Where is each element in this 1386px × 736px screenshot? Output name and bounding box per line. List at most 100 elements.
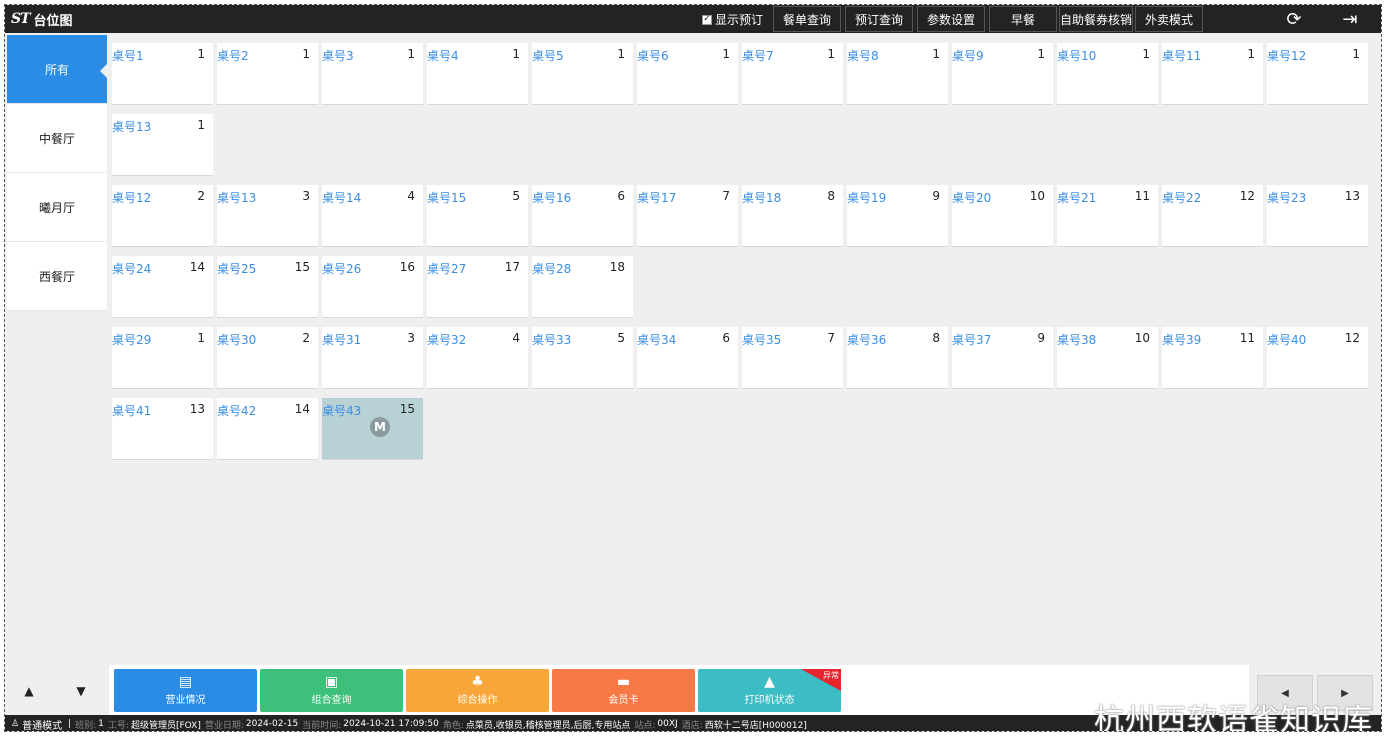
buffet-voucher-button[interactable]: 自助餐券核销 [1059, 6, 1133, 32]
table-tile[interactable]: 桌号7 1 [742, 43, 843, 105]
role-value: 点菜员,收银员,稽核管理员,后厨,专用站点 [465, 720, 631, 731]
table-tile[interactable]: 桌号18 8 [742, 185, 843, 247]
table-tile[interactable]: 桌号41 13 [112, 398, 213, 460]
printer-status-label: 打印机状态 [744, 695, 795, 706]
table-tile[interactable]: 桌号14 4 [322, 185, 423, 247]
breakfast-button[interactable]: 早餐 [989, 6, 1057, 32]
table-tile[interactable]: 桌号28 18 [532, 256, 633, 318]
table-tile[interactable]: 桌号24 14 [112, 256, 213, 318]
table-tile[interactable]: 桌号39 11 [1162, 327, 1263, 389]
table-tile[interactable]: 桌号20 10 [952, 185, 1053, 247]
takeout-mode-button[interactable]: 外卖模式 [1135, 6, 1203, 32]
table-name: 桌号1 [112, 49, 144, 63]
table-name: 桌号7 [742, 49, 774, 63]
station-label: 站点: [634, 720, 656, 731]
table-tile[interactable]: 桌号40 12 [1267, 327, 1368, 389]
show-reservation-toggle[interactable]: ✓ 显示预订 [702, 11, 763, 28]
table-tile[interactable]: 桌号5 1 [532, 43, 633, 105]
table-seat-number: 1 [407, 47, 415, 61]
combined-query-button[interactable]: ▣ 组合查询 [260, 669, 403, 712]
table-tile[interactable]: 桌号15 5 [427, 185, 528, 247]
table-seat-number: 4 [512, 331, 520, 345]
table-tile[interactable]: 桌号9 1 [952, 43, 1053, 105]
parameter-settings-button[interactable]: 参数设置 [917, 6, 985, 32]
general-operations-button[interactable]: ♣ 综合操作 [406, 669, 549, 712]
table-seat-number: 16 [399, 260, 415, 274]
table-tile[interactable]: 桌号43 15 M [322, 398, 423, 460]
current-time-label: 当前时间: [302, 720, 342, 731]
table-tile[interactable]: 桌号13 3 [217, 185, 318, 247]
table-name: 桌号35 [742, 333, 782, 347]
table-seat-number: 10 [1029, 189, 1045, 203]
table-tile[interactable]: 桌号42 14 [217, 398, 318, 460]
table-name: 桌号43 [322, 404, 362, 418]
table-seat-number: 14 [294, 402, 310, 416]
table-seat-number: 1 [1247, 47, 1255, 61]
table-tile[interactable]: 桌号4 1 [427, 43, 528, 105]
table-seat-number: 3 [407, 331, 415, 345]
member-card-button[interactable]: ▬ 会员卡 [552, 669, 695, 712]
table-tile[interactable]: 桌号17 7 [637, 185, 738, 247]
table-tile[interactable]: 桌号32 4 [427, 327, 528, 389]
table-tile[interactable]: 桌号37 9 [952, 327, 1053, 389]
table-tile[interactable]: 桌号6 1 [637, 43, 738, 105]
table-tile[interactable]: 桌号22 12 [1162, 185, 1263, 247]
printer-status-button[interactable]: ▲ 打印机状态 异常 [698, 669, 841, 712]
table-tile[interactable]: 桌号1 1 [112, 43, 213, 105]
table-tile[interactable]: 桌号27 17 [427, 256, 528, 318]
table-tile[interactable]: 桌号38 10 [1057, 327, 1158, 389]
reservation-query-button[interactable]: 预订查询 [845, 6, 913, 32]
table-seat-number: 13 [1344, 189, 1360, 203]
table-name: 桌号6 [637, 49, 669, 63]
table-tile[interactable]: 桌号12 2 [112, 185, 213, 247]
sidebar-item-chinese-restaurant[interactable]: 中餐厅 [7, 104, 107, 173]
business-date-value: 2024-02-15 [245, 719, 299, 729]
action-bar: ▤ 营业情况 ▣ 组合查询 ♣ 综合操作 ▬ 会员卡 ▲ 打印机状态 异常 [109, 665, 1249, 715]
app-title: 台位图 [33, 13, 73, 29]
table-tile[interactable]: 桌号26 16 [322, 256, 423, 318]
table-name: 桌号27 [427, 262, 467, 276]
table-tile[interactable]: 桌号25 15 [217, 256, 318, 318]
table-tile[interactable]: 桌号33 5 [532, 327, 633, 389]
table-tile[interactable]: 桌号19 9 [847, 185, 948, 247]
table-tile[interactable]: 桌号34 6 [637, 327, 738, 389]
table-tile[interactable]: 桌号2 1 [217, 43, 318, 105]
table-tile[interactable]: 桌号21 11 [1057, 185, 1158, 247]
table-seat-number: 7 [722, 189, 730, 203]
card-icon: ▬ [616, 674, 631, 690]
table-row: 桌号12 2 桌号13 3 桌号14 4 桌号15 5 桌号16 6 桌号17 7 桌号18 8 桌号19 9… [109, 177, 1371, 248]
logout-icon[interactable]: ⇥ [1339, 8, 1361, 30]
sidebar-item-all[interactable]: 所有 [7, 35, 108, 104]
scroll-down-button[interactable]: ▼ [69, 679, 93, 703]
table-seat-number: 1 [827, 47, 835, 61]
table-tile[interactable]: 桌号10 1 [1057, 43, 1158, 105]
table-seat-number: 1 [722, 47, 730, 61]
table-tile[interactable]: 桌号16 6 [532, 185, 633, 247]
table-name: 桌号18 [742, 191, 782, 205]
table-tile[interactable]: 桌号36 8 [847, 327, 948, 389]
business-status-button[interactable]: ▤ 营业情况 [114, 669, 257, 712]
member-badge-icon: M [370, 417, 390, 437]
table-tile[interactable]: 桌号3 1 [322, 43, 423, 105]
menu-query-button[interactable]: 餐单查询 [773, 6, 841, 32]
table-tile[interactable]: 桌号31 3 [322, 327, 423, 389]
member-card-label: 会员卡 [608, 695, 639, 706]
table-tile[interactable]: 桌号29 1 [112, 327, 213, 389]
table-seat-number: 1 [1037, 47, 1045, 61]
table-tile[interactable]: 桌号11 1 [1162, 43, 1263, 105]
table-name: 桌号2 [217, 49, 249, 63]
mode-indicator: 普通模式 [22, 720, 63, 732]
table-tile[interactable]: 桌号12 1 [1267, 43, 1368, 105]
table-tile[interactable]: 桌号8 1 [847, 43, 948, 105]
sidebar-item-western-restaurant[interactable]: 西餐厅 [7, 242, 107, 311]
scroll-up-button[interactable]: ▲ [17, 679, 41, 703]
shift-label: 班别: [75, 720, 97, 731]
table-name: 桌号13 [112, 120, 152, 134]
sidebar-item-xiyue-hall[interactable]: 曦月厅 [7, 173, 107, 242]
table-tile[interactable]: 桌号13 1 [112, 114, 213, 176]
table-tile[interactable]: 桌号23 13 [1267, 185, 1368, 247]
checkbox-icon[interactable]: ✓ [702, 14, 712, 25]
table-tile[interactable]: 桌号35 7 [742, 327, 843, 389]
refresh-icon[interactable]: ⟳ [1283, 8, 1305, 30]
table-tile[interactable]: 桌号30 2 [217, 327, 318, 389]
